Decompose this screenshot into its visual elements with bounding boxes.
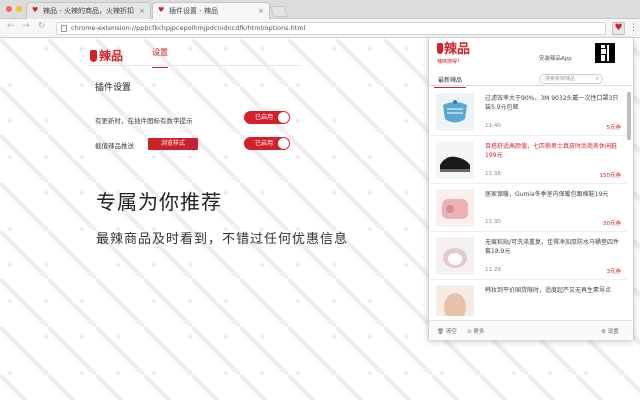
minimize-window-button[interactable] <box>16 6 22 12</box>
popup-brand: 辣品 <box>444 42 471 57</box>
item-title: 百搭舒适高颜值，七匹狼男士真皮时尚商务休闲鞋199元 <box>485 143 618 159</box>
pepper-icon <box>437 43 443 54</box>
browser-tab-lapin[interactable]: ♥ 辣品 - 火辣的商品，火辣折扣 × <box>26 2 151 19</box>
search-placeholder: 搜索新鲜辣品 <box>545 76 576 82</box>
more-icon: ⊙ <box>467 329 472 335</box>
item-title: 过滤效率大于90%，3M 9032头戴一次性口罩3只装5.9元包邮 <box>485 95 619 111</box>
item-time: 11:29 <box>485 267 501 273</box>
hero-subtitle: 最辣商品及时看到，不错过任何优惠信息 <box>96 232 349 247</box>
header-divider <box>88 65 300 66</box>
tab-label: 插件设置 - 辣品 <box>169 7 218 15</box>
section-title: 插件设置 <box>95 83 132 93</box>
toggle-label: 已启用 <box>255 140 274 147</box>
lapin-extension-icon[interactable]: ♥ <box>612 22 625 35</box>
hero-title: 专属为你推荐 <box>96 190 222 214</box>
item-title: 无痕粘贴/可洗涤重复，佳得净加厚防水马桶垫四件套18.9元 <box>485 239 620 255</box>
deal-list: 过滤效率大于90%，3M 9032头戴一次性口罩3只装5.9元包邮 11:40 … <box>429 88 633 316</box>
item-coupon[interactable]: 150元券 <box>600 171 622 179</box>
close-window-button[interactable] <box>6 6 12 12</box>
view-style-button[interactable]: 浏览样式 <box>148 138 198 150</box>
item-coupon[interactable]: 5元券 <box>607 123 622 131</box>
forward-arrow-icon[interactable]: → <box>22 21 30 31</box>
url-text: chrome-extension://ppbcfkchpjpcepolhmjpd… <box>71 24 306 32</box>
pepper-icon: ♥ <box>32 6 39 14</box>
more-label: 更多 <box>473 329 485 335</box>
clear-button[interactable]: 🗑 清空 <box>437 327 457 335</box>
address-bar[interactable]: chrome-extension://ppbcfkchpjpcepolhmjpd… <box>56 22 606 35</box>
more-button[interactable]: ⊙ 更多 <box>467 327 484 335</box>
extension-popup: 辣品 辣味搜得！ 安装辣品App 最新辣品 搜索新鲜辣品 ⌕ 过滤效率大于90%… <box>428 37 634 340</box>
product-thumbnail <box>436 141 474 179</box>
item-title: 韩妆到平价国货限时，适度起严又无再生素导点 <box>485 287 612 294</box>
browser-toolbar: ← → ↻ chrome-extension://ppbcfkchpjpcepo… <box>0 19 640 38</box>
close-tab-icon[interactable]: × <box>139 3 145 19</box>
product-thumbnail <box>436 285 474 316</box>
gear-icon: ⚙ <box>601 329 606 335</box>
list-item[interactable]: 过滤效率大于90%，3M 9032头戴一次性口罩3只装5.9元包邮 11:40 … <box>429 88 627 136</box>
item-coupon[interactable]: 30元券 <box>603 219 621 227</box>
qr-code-icon <box>595 43 615 63</box>
browser-menu-icon[interactable]: ⋮ <box>629 22 638 35</box>
list-item[interactable]: 无痕粘贴/可洗涤重复，佳得净加厚防水马桶垫四件套18.9元 11:29 3元券 <box>429 232 627 280</box>
item-coupon[interactable]: 3元券 <box>607 267 622 275</box>
toggle-knob <box>278 112 289 123</box>
trash-icon: 🗑 <box>437 329 444 335</box>
list-item[interactable]: 百搭舒适高颜值，七匹狼男士真皮时尚商务休闲鞋199元 11:38 150元券 <box>429 136 627 184</box>
settings-button[interactable]: ⚙ 设置 <box>601 327 619 335</box>
item-time: 11:38 <box>485 171 501 177</box>
list-item[interactable]: 居家保暖，Gumia冬季室内保暖包跟棉鞋19元 11:30 30元券 <box>429 184 627 232</box>
install-app-link[interactable]: 安装辣品App <box>539 54 572 62</box>
item-title: 居家保暖，Gumia冬季室内保暖包跟棉鞋19元 <box>485 191 609 198</box>
browser-tab-settings[interactable]: ♥ 插件设置 - 辣品 × <box>152 2 270 19</box>
badge-toggle[interactable]: 已启用 <box>244 111 290 124</box>
item-time: 11:40 <box>485 123 501 129</box>
clear-label: 清空 <box>445 329 457 335</box>
setting-label-badge: 有更新时，在插件图标有数字提示 <box>95 117 193 125</box>
popup-search-input[interactable]: 搜索新鲜辣品 ⌕ <box>539 74 603 84</box>
toggle-label: 已启用 <box>255 114 274 121</box>
popup-scrollbar[interactable] <box>627 92 631 140</box>
back-arrow-icon[interactable]: ← <box>7 21 15 31</box>
popup-tab-bar: 最新辣品 搜索新鲜辣品 ⌕ <box>429 72 633 88</box>
product-thumbnail <box>436 237 474 275</box>
item-time: 11:30 <box>485 219 501 225</box>
setting-label-push: 截值辣品推送 <box>95 142 134 150</box>
settings-label: 设置 <box>607 329 619 335</box>
popup-logo: 辣品 辣味搜得！ <box>437 43 479 65</box>
popup-footer: 🗑 清空 ⊙ 更多 ⚙ 设置 <box>429 320 633 340</box>
logo-text: 辣品 <box>99 49 124 63</box>
browser-tab-strip: ♥ 辣品 - 火辣的商品，火辣折扣 × ♥ 插件设置 - 辣品 × <box>0 0 640 19</box>
popup-slogan: 辣味搜得！ <box>437 59 463 65</box>
reload-icon[interactable]: ↻ <box>38 21 46 31</box>
toggle-knob <box>278 138 289 149</box>
pepper-icon: ♥ <box>158 6 165 14</box>
close-tab-icon[interactable]: × <box>258 3 264 19</box>
tab-latest[interactable]: 最新辣品 <box>434 75 467 88</box>
product-thumbnail <box>436 189 474 227</box>
pepper-icon <box>90 50 97 62</box>
logo: 辣品 <box>90 47 123 64</box>
page-icon <box>61 25 67 32</box>
push-toggle[interactable]: 已启用 <box>244 137 290 150</box>
new-tab-button[interactable] <box>269 6 289 17</box>
product-thumbnail <box>436 93 474 131</box>
list-item[interactable]: 韩妆到平价国货限时，适度起严又无再生素导点 <box>429 280 627 316</box>
tab-label: 辣品 - 火辣的商品，火辣折扣 <box>43 7 134 15</box>
search-icon[interactable]: ⌕ <box>596 75 599 83</box>
